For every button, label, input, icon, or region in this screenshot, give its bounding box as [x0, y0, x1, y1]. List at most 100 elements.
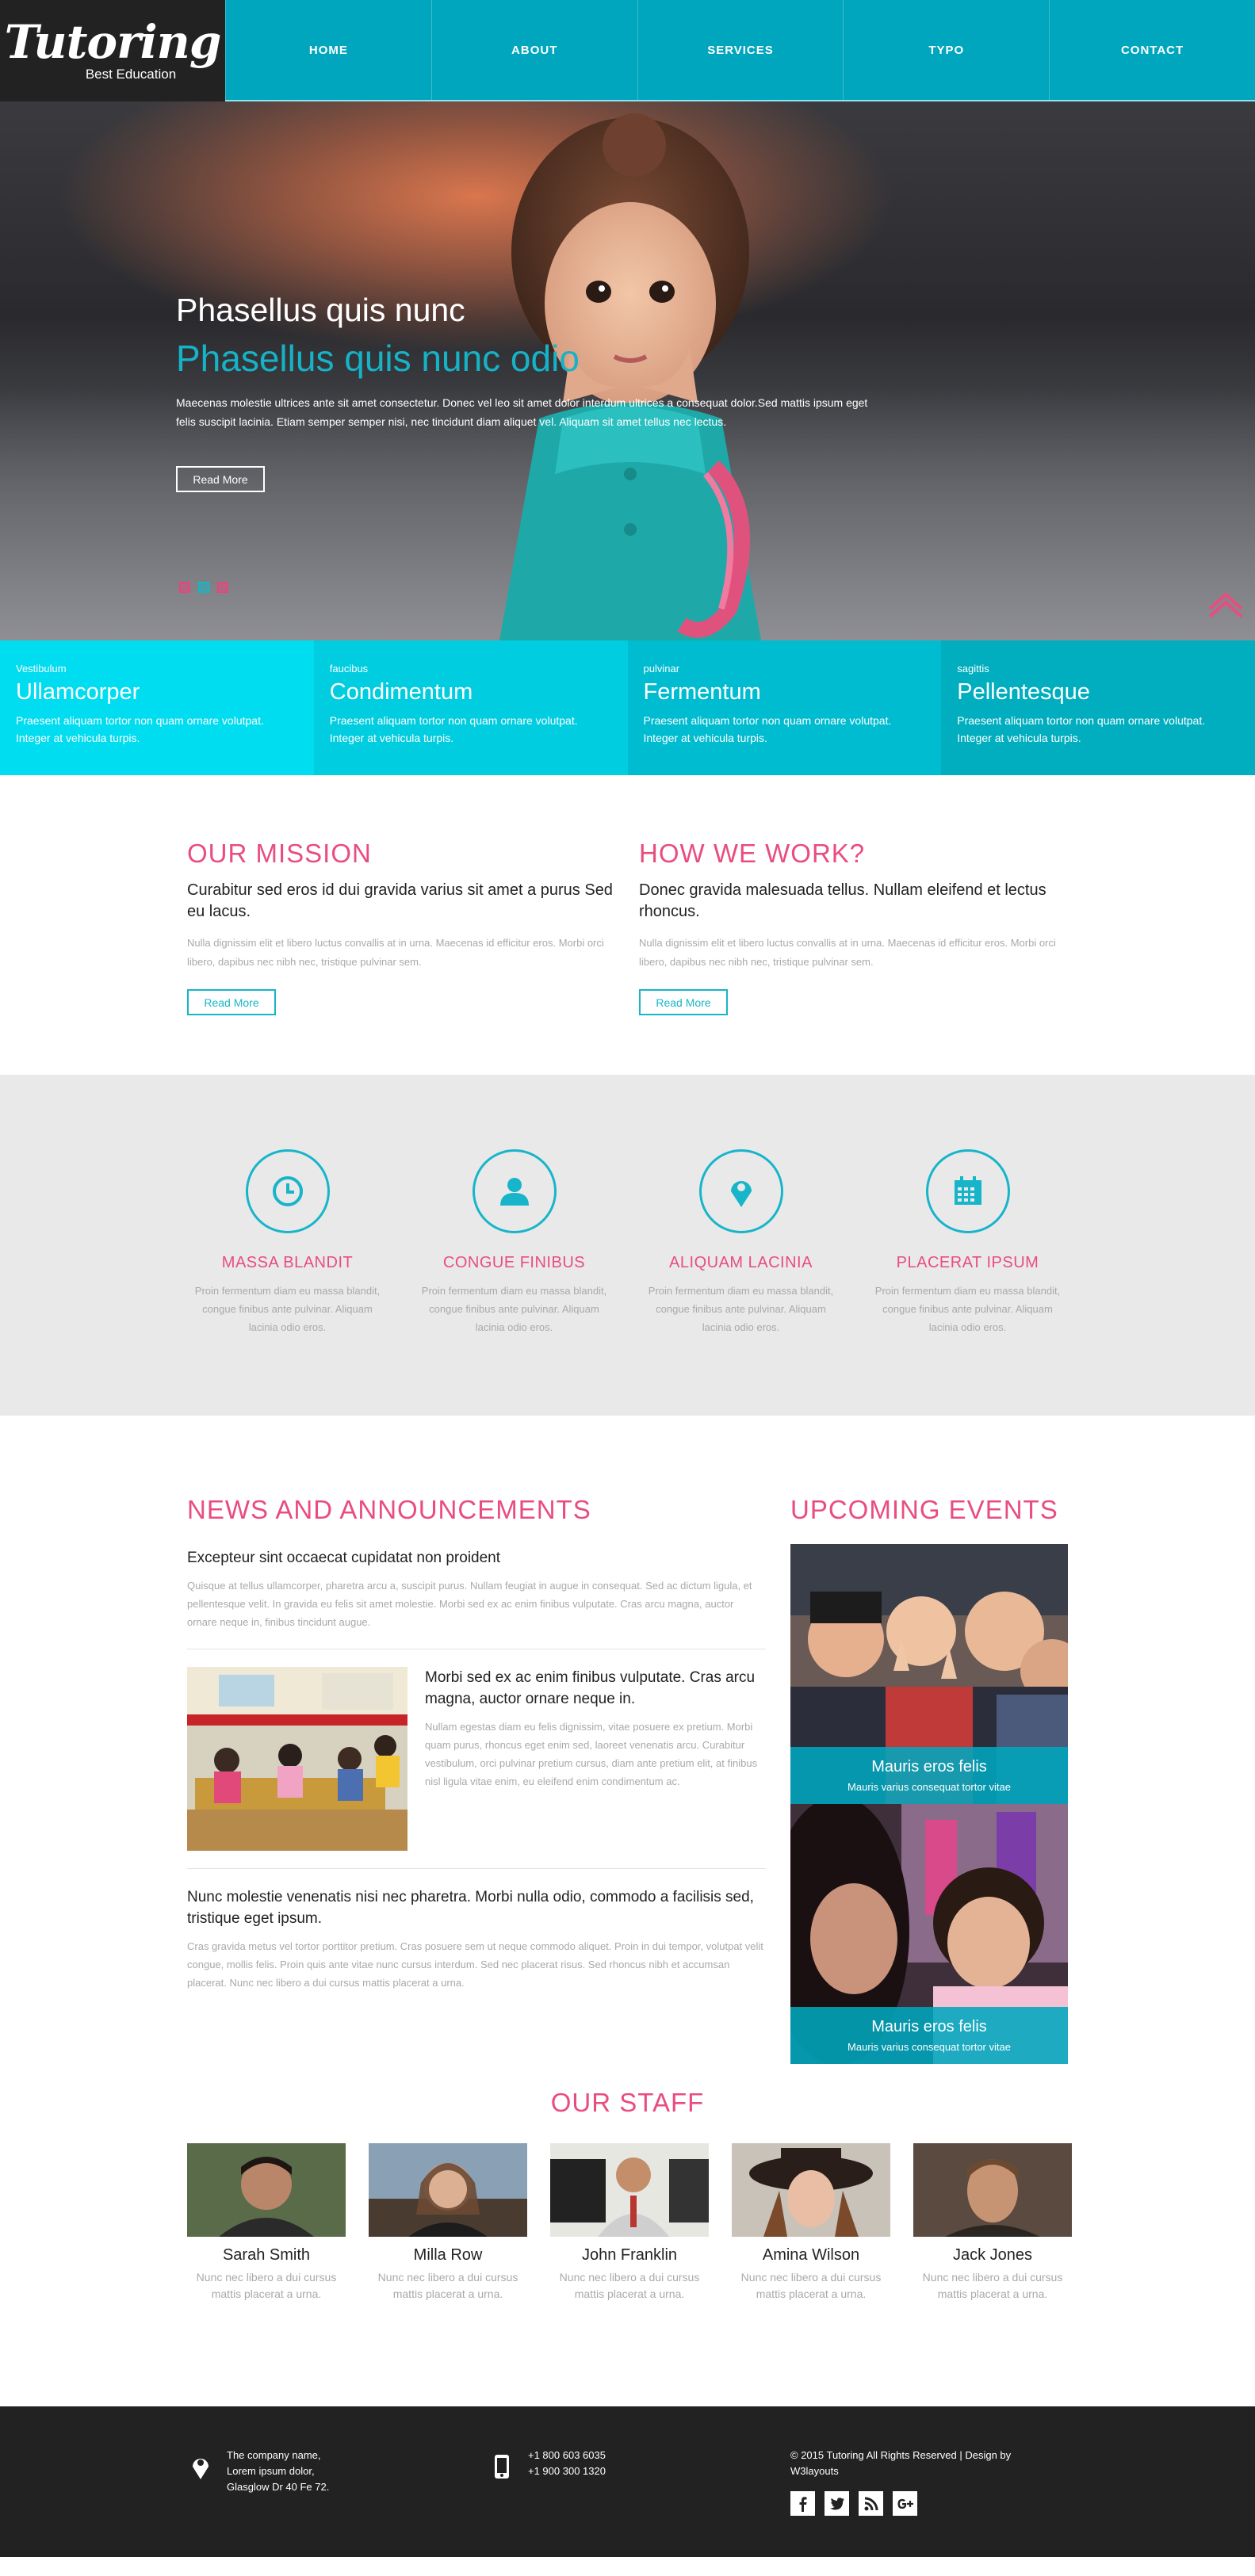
news-item: Excepteur sint occaecat cupidatat non pr…: [187, 1547, 766, 1631]
address-line: The company name,: [227, 2449, 321, 2461]
staff-title: OUR STAFF: [550, 2088, 705, 2117]
staff-member: Amina Wilson Nunc nec libero a dui cursu…: [732, 2143, 890, 2303]
staff-photo: [732, 2143, 890, 2237]
event-card[interactable]: Mauris eros felis Mauris varius consequa…: [790, 1544, 1068, 1804]
feature-tag: pulvinar: [643, 663, 680, 675]
feature-box-2: faucibus Condimentum Praesent aliquam to…: [313, 640, 628, 775]
main-nav: HOME ABOUT SERVICES TYPO CONTACT: [225, 0, 1255, 100]
staff-list: Sarah Smith Nunc nec libero a dui cursus…: [187, 2143, 1072, 2303]
service-item: MASSA BLANDIT Proin fermentum diam eu ma…: [174, 1149, 401, 1416]
calendar-icon: [925, 1149, 1010, 1233]
classroom-image: [187, 1667, 407, 1851]
mission-column: OUR MISSION Curabitur sed eros id dui gr…: [187, 839, 615, 1015]
events-column: UPCOMING EVENTS Mauris eros felis Mauris…: [790, 1495, 1068, 2064]
feature-text: Praesent aliquam tortor non quam ornare …: [643, 714, 892, 744]
mission-text: Nulla dignissim elit et libero luctus co…: [187, 937, 604, 968]
nav-contact[interactable]: CONTACT: [1049, 0, 1255, 100]
feature-text: Praesent aliquam tortor non quam ornare …: [16, 714, 264, 744]
slider-dot-3[interactable]: [217, 582, 228, 593]
staff-section: OUR STAFF Sarah Smith Nunc nec libero a …: [0, 2050, 1255, 2406]
phone-number[interactable]: +1 900 300 1320: [528, 2463, 606, 2479]
social-links: [790, 2491, 917, 2516]
nav-home[interactable]: HOME: [225, 0, 431, 100]
feature-title: Fermentum: [643, 679, 761, 705]
news-title: NEWS AND ANNOUNCEMENTS: [187, 1495, 591, 1524]
news-item-text: Cras gravida metus vel tortor porttitor …: [187, 1940, 763, 1989]
logo-tagline: Best Education: [85, 67, 177, 82]
mission-read-more-button[interactable]: Read More: [187, 989, 276, 1015]
staff-name: Milla Row: [413, 2246, 483, 2264]
event-subtitle: Mauris varius consequat tortor vitae: [848, 1781, 1011, 1793]
divider: [187, 1868, 766, 1869]
feature-box-3: pulvinar Fermentum Praesent aliquam tort…: [627, 640, 942, 775]
staff-text: Nunc nec libero a dui cursus mattis plac…: [196, 2271, 337, 2300]
scroll-top-icon[interactable]: [1206, 587, 1245, 618]
news-item-title[interactable]: Excepteur sint occaecat cupidatat non pr…: [187, 1547, 766, 1569]
staff-name: Amina Wilson: [762, 2246, 860, 2264]
news-item: Nunc molestie venenatis nisi nec pharetr…: [187, 1886, 766, 1992]
mission-subtitle: Curabitur sed eros id dui gravida varius…: [187, 881, 613, 920]
hero-subtitle: Phasellus quis nunc odio: [176, 338, 580, 379]
facebook-icon[interactable]: [790, 2491, 815, 2516]
nav-services[interactable]: SERVICES: [637, 0, 844, 100]
feature-box-1: Vestibulum Ullamcorper Praesent aliquam …: [0, 640, 314, 775]
feature-tag: Vestibulum: [16, 663, 67, 675]
news-item-title[interactable]: Morbi sed ex ac enim finibus vulputate. …: [425, 1667, 766, 1710]
service-title: CONGUE FINIBUS: [442, 1254, 586, 1271]
service-title: MASSA BLANDIT: [221, 1254, 354, 1271]
site-header: Tutoring Best Education HOME ABOUT SERVI…: [0, 0, 1255, 101]
footer-address: The company name, Lorem ipsum dolor, Gla…: [190, 2448, 329, 2495]
service-title: PLACERAT IPSUM: [896, 1254, 1039, 1271]
service-title: ALIQUAM LACINIA: [669, 1254, 813, 1271]
staff-text: Nunc nec libero a dui cursus mattis plac…: [740, 2271, 882, 2300]
news-item: Morbi sed ex ac enim finibus vulputate. …: [187, 1667, 766, 1851]
how-we-work-subtitle: Donec gravida malesuada tellus. Nullam e…: [639, 881, 1046, 920]
map-marker-icon: [193, 2459, 209, 2479]
staff-member: John Franklin Nunc nec libero a dui curs…: [550, 2143, 709, 2303]
staff-text: Nunc nec libero a dui cursus mattis plac…: [559, 2271, 700, 2300]
hero-text: Maecenas molestie ultrices ante sit amet…: [176, 396, 868, 428]
feature-boxes: Vestibulum Ullamcorper Praesent aliquam …: [0, 640, 1255, 775]
slider-dot-2[interactable]: [198, 582, 209, 593]
address-line: Glasglow Dr 40 Fe 72.: [227, 2481, 330, 2493]
logo[interactable]: Tutoring Best Education: [0, 0, 225, 101]
staff-photo: [187, 2143, 346, 2237]
clock-icon: [245, 1149, 330, 1233]
service-item: CONGUE FINIBUS Proin fermentum diam eu m…: [401, 1149, 628, 1416]
site-footer: The company name, Lorem ipsum dolor, Gla…: [0, 2406, 1255, 2557]
staff-member: Jack Jones Nunc nec libero a dui cursus …: [913, 2143, 1072, 2303]
event-card[interactable]: Mauris eros felis Mauris varius consequa…: [790, 1804, 1068, 2064]
feature-text: Praesent aliquam tortor non quam ornare …: [329, 714, 578, 744]
staff-photo: [369, 2143, 527, 2237]
nav-typo[interactable]: TYPO: [843, 0, 1049, 100]
events-title: UPCOMING EVENTS: [790, 1495, 1058, 1524]
staff-member: Sarah Smith Nunc nec libero a dui cursus…: [187, 2143, 346, 2303]
rss-icon[interactable]: [859, 2491, 883, 2516]
feature-title: Pellentesque: [957, 679, 1090, 705]
footer-phones: +1 800 603 6035 +1 900 300 1320: [492, 2448, 606, 2479]
news-item-text: Quisque at tellus ullamcorper, pharetra …: [187, 1580, 752, 1628]
how-we-work-read-more-button[interactable]: Read More: [639, 989, 728, 1015]
service-item: PLACERAT IPSUM Proin fermentum diam eu m…: [855, 1149, 1081, 1416]
services-section: MASSA BLANDIT Proin fermentum diam eu ma…: [0, 1075, 1255, 1416]
news-item-text: Nullam egestas diam eu felis dignissim, …: [425, 1721, 758, 1787]
slider-dot-1[interactable]: [179, 582, 190, 593]
google-plus-icon[interactable]: [893, 2491, 917, 2516]
twitter-icon[interactable]: [825, 2491, 849, 2516]
mission-section: OUR MISSION Curabitur sed eros id dui gr…: [0, 775, 1255, 1075]
feature-text: Praesent aliquam tortor non quam ornare …: [957, 714, 1206, 744]
hero-read-more-button[interactable]: Read More: [176, 466, 265, 492]
news-events-section: NEWS AND ANNOUNCEMENTS Excepteur sint oc…: [0, 1416, 1255, 2064]
feature-box-4: sagittis Pellentesque Praesent aliquam t…: [941, 640, 1255, 775]
staff-member: Milla Row Nunc nec libero a dui cursus m…: [369, 2143, 527, 2303]
news-item-title[interactable]: Nunc molestie venenatis nisi nec pharetr…: [187, 1886, 766, 1929]
feature-title: Ullamcorper: [16, 679, 140, 705]
staff-name: Jack Jones: [952, 2246, 1033, 2264]
event-caption: Mauris eros felis Mauris varius consequa…: [790, 1747, 1068, 1804]
logo-name: Tutoring: [4, 15, 222, 69]
phone-number[interactable]: +1 800 603 6035: [528, 2448, 606, 2463]
slider-dots: [179, 582, 228, 593]
service-text: Proin fermentum diam eu massa blandit, c…: [648, 1285, 834, 1333]
user-icon: [472, 1149, 557, 1233]
nav-about[interactable]: ABOUT: [430, 0, 637, 100]
